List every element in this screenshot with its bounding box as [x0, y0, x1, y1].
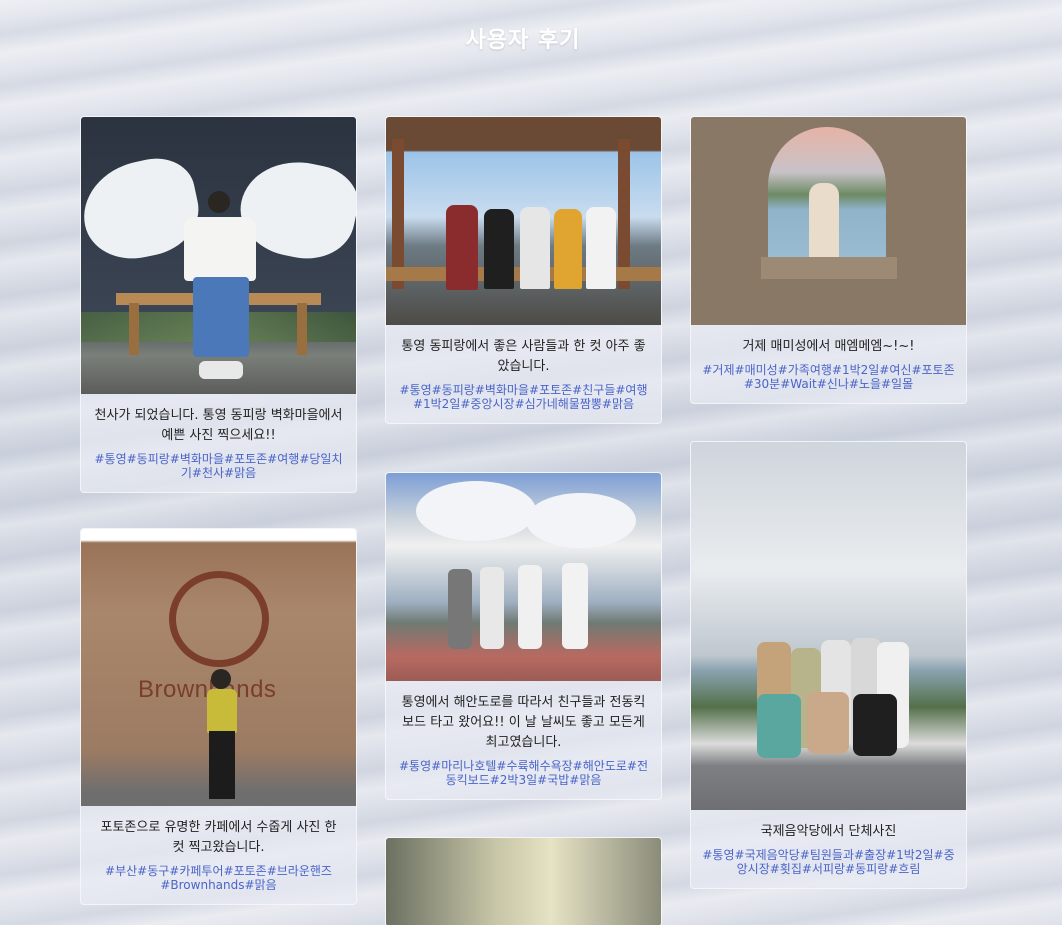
review-photo: Brownhands	[81, 529, 356, 806]
review-photo	[386, 838, 661, 925]
review-caption: 천사가 되었습니다. 통영 동피랑 벽화마을에서 예쁜 사진 찍으세요!!	[94, 408, 343, 443]
review-photo	[81, 117, 356, 394]
review-caption: 거제 매미성에서 매엠메엠~!~!	[742, 339, 915, 354]
page-title: 사용자 후기	[465, 28, 581, 53]
review-tags[interactable]: #통영#마리나호텔#수륙해수욕장#해안도로#전동킥보드#2박3일#국밥#맑음	[386, 755, 661, 799]
review-card[interactable]	[385, 837, 662, 925]
review-photo	[691, 117, 966, 325]
review-photo	[386, 473, 661, 681]
review-card[interactable]: 천사가 되었습니다. 통영 동피랑 벽화마을에서 예쁜 사진 찍으세요!! #통…	[80, 116, 357, 493]
review-card[interactable]: 거제 매미성에서 매엠메엠~!~! #거제#매미성#가족여행#1박2일#여신#포…	[690, 116, 967, 404]
review-caption: 포토존으로 유명한 카페에서 수줍게 사진 한 컷 찍고왔습니다.	[100, 820, 337, 855]
brownhands-logo	[169, 571, 269, 667]
review-card[interactable]: Brownhands 포토존으로 유명한 카페에서 수줍게 사진 한 컷 찍고왔…	[80, 528, 357, 905]
review-caption: 국제음악당에서 단체사진	[760, 824, 897, 839]
review-tags[interactable]: #통영#국제음악당#팀원들과#출장#1박2일#중앙시장#횟집#서피랑#동피랑#흐…	[691, 844, 966, 888]
review-card[interactable]: 통영에서 해안도로를 따라서 친구들과 전동킥보드 타고 왔어요!! 이 날 날…	[385, 472, 662, 800]
review-photo	[386, 117, 661, 325]
review-card[interactable]: 국제음악당에서 단체사진 #통영#국제음악당#팀원들과#출장#1박2일#중앙시장…	[690, 441, 967, 889]
review-caption: 통영에서 해안도로를 따라서 친구들과 전동킥보드 타고 왔어요!! 이 날 날…	[401, 695, 646, 750]
review-tags[interactable]: #거제#매미성#가족여행#1박2일#여신#포토존#30분#Wait#신나#노을#…	[691, 359, 966, 403]
review-card[interactable]: 통영 동피랑에서 좋은 사람들과 한 컷 아주 좋았습니다. #통영#동피랑#벽…	[385, 116, 662, 424]
review-tags[interactable]: #부산#동구#카페투어#포토존#브라운핸즈#Brownhands#맑음	[81, 860, 356, 904]
review-tags[interactable]: #통영#동피랑#벽화마을#포토존#친구들#여행#1박2일#중앙시장#심가네해물짬…	[386, 379, 661, 423]
review-caption: 통영 동피랑에서 좋은 사람들과 한 컷 아주 좋았습니다.	[401, 339, 646, 374]
review-photo	[691, 442, 966, 810]
review-tags[interactable]: #통영#동피랑#벽화마을#포토존#여행#당일치기#천사#맑음	[81, 448, 356, 492]
